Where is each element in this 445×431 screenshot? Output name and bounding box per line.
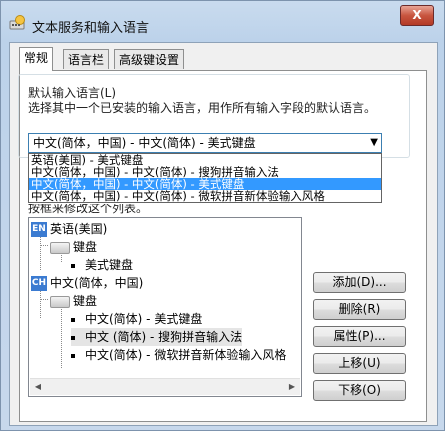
tree-language-zh[interactable]: CH 中文(简体，中国) [31,274,143,292]
tree-keyboard-item[interactable]: 中文 (简体) - 搜狗拼音输入法 [71,328,243,346]
tree-keyboard-group[interactable]: 键盘 [50,292,97,310]
language-badge-icon: EN [31,222,47,237]
bullet-icon [71,263,75,268]
keyboard-icon [50,295,70,308]
tree-item-label: 中文(简体) - 美式键盘 [85,312,203,326]
default-language-value: 中文(简体，中国) - 中文(简体) - 美式键盘 [33,136,256,150]
move-down-button[interactable]: 下移(O) [313,380,406,401]
title-bar[interactable]: 文本服务和输入语言 X [1,1,444,41]
default-language-select[interactable]: 中文(简体，中国) - 中文(简体) - 美式键盘 ▼ [28,133,382,153]
default-language-dropdown: 英语(美国) - 美式键盘 中文(简体，中国) - 中文(简体) - 搜狗拼音输… [28,153,382,203]
tree-keyboard-item[interactable]: 中文(简体) - 微软拼音新体验输入风格 [71,346,286,364]
window-title: 文本服务和输入语言 [32,21,150,36]
tree-keyboard-group[interactable]: 键盘 [50,238,97,256]
bullet-icon [71,353,75,358]
dropdown-option[interactable]: 中文(简体，中国) - 中文(简体) - 微软拼音新体验输入风格 [29,190,381,202]
keyboard-icon [50,241,70,254]
dialog-client: 常规 语言栏 高级键设置 默认输入语言(L) 选择其中一个已安装的输入语言，用作… [9,42,438,426]
add-button[interactable]: 添加(D)... [313,272,406,293]
tab-general[interactable]: 常规 [19,47,54,71]
dialog-window: 文本服务和输入语言 X 常规 语言栏 高级键设置 默认输入语言(L) 选择其中一… [0,0,445,431]
tree-language-label: 中文(简体，中国) [50,276,144,290]
input-language-icon [9,15,25,30]
bullet-icon [71,335,75,340]
close-button[interactable]: X [400,5,434,26]
bullet-icon [71,317,75,322]
tree-keyboard-item[interactable]: 美式键盘 [71,256,133,274]
installed-services-tree[interactable]: EN 英语(美国) 键盘 美式键盘 CH 中文(简体，中国) 键盘 中文(简体) -… [28,217,302,397]
scroll-right-icon[interactable]: ▶ [284,379,300,395]
tree-language-label: 英语(美国) [50,222,108,236]
properties-button[interactable]: 属性(P)... [313,326,406,347]
tree-keyboard-label: 键盘 [73,240,98,254]
move-up-button[interactable]: 上移(U) [313,353,406,374]
chevron-down-icon[interactable]: ▼ [370,134,378,152]
tree-item-label: 美式键盘 [85,258,134,272]
default-language-description: 选择其中一个已安装的输入语言，用作所有输入字段的默认语言。 [28,101,377,115]
delete-button[interactable]: 删除(R) [313,299,406,320]
language-badge-icon: CH [31,276,47,291]
tab-language-bar[interactable]: 语言栏 [63,49,110,69]
horizontal-scrollbar[interactable]: ◀ ▶ [30,378,300,395]
tree-language-en[interactable]: EN 英语(美国) [31,220,107,238]
scroll-left-icon[interactable]: ◀ [30,379,46,395]
tab-advanced-key-settings[interactable]: 高级键设置 [114,49,185,69]
tree-keyboard-item[interactable]: 中文(简体) - 美式键盘 [71,310,202,328]
tree-keyboard-label: 键盘 [73,294,98,308]
installed-services-hint: 按框来修改这个列表。 [28,204,149,214]
tree-item-label: 中文(简体) - 微软拼音新体验输入风格 [85,348,287,362]
tree-item-label: 中文 (简体) - 搜狗拼音输入法 [85,330,243,344]
